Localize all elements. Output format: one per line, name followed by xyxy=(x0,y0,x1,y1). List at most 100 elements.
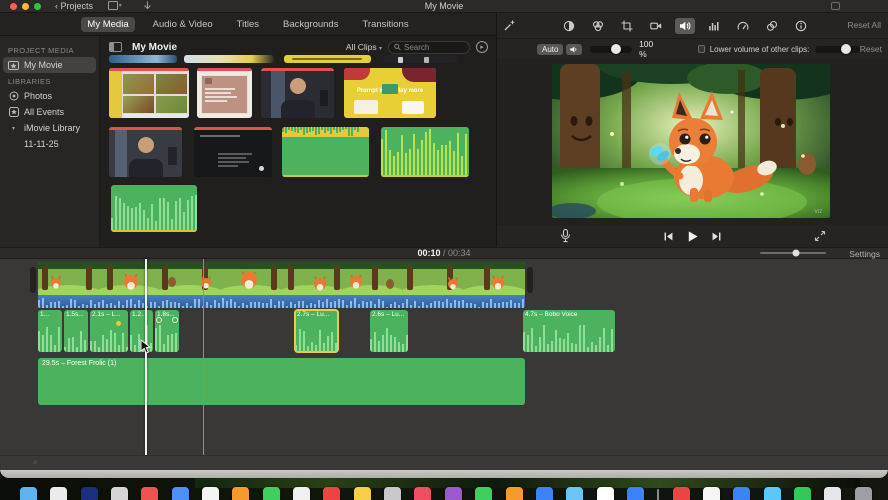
tab-titles[interactable]: Titles xyxy=(231,17,265,32)
dock-app-icon[interactable] xyxy=(141,487,159,500)
lower-volume-slider[interactable] xyxy=(815,44,860,54)
dock-app-icon[interactable] xyxy=(202,487,220,500)
dock-app-icon[interactable] xyxy=(596,487,614,500)
audio-clip[interactable]: 1.8s... xyxy=(155,310,179,352)
dock-app-icon[interactable] xyxy=(475,487,493,500)
sidebar-item-imovie-library[interactable]: ▾ iMovie Library xyxy=(0,120,99,136)
tab-backgrounds[interactable]: Backgrounds xyxy=(277,17,344,32)
timeline-settings-button[interactable]: Settings xyxy=(849,249,880,259)
dock-app-icon[interactable] xyxy=(111,487,129,500)
audio-clip-label: 2.7s – Lu... xyxy=(297,311,330,318)
media-thumbnail-person[interactable] xyxy=(261,68,334,118)
fade-handle[interactable] xyxy=(172,317,178,323)
timeline-zoom-slider[interactable] xyxy=(760,249,826,257)
dock-app-icon[interactable] xyxy=(793,487,811,500)
lower-volume-checkbox[interactable] xyxy=(698,45,705,53)
background-music-clip[interactable]: 29.5s – Forest Frolic (1) xyxy=(38,358,525,405)
dock-app-icon[interactable] xyxy=(854,487,872,500)
previous-frame-button[interactable] xyxy=(663,231,674,242)
media-thumbnail[interactable] xyxy=(384,55,457,63)
sidebar-item-11-11-25[interactable]: 11-11-25 xyxy=(0,136,99,152)
dock-app-icon[interactable] xyxy=(535,487,553,500)
audio-clip[interactable]: 2.6s – Lu... xyxy=(370,310,408,352)
audio-clip[interactable]: 1... xyxy=(38,310,62,352)
audio-clip[interactable]: 4.7s – Bobo Voice xyxy=(523,310,615,352)
preview-viewer[interactable]: Viz xyxy=(552,64,830,218)
dock-app-icon[interactable] xyxy=(763,487,781,500)
media-thumbnail-document[interactable] xyxy=(197,68,252,118)
dock-app-icon[interactable] xyxy=(20,487,37,500)
dock-app-icon[interactable] xyxy=(626,487,644,500)
color-balance-icon[interactable] xyxy=(559,18,579,34)
video-clip-audio-band[interactable] xyxy=(38,295,525,308)
dock-app-icon[interactable] xyxy=(566,487,584,500)
play-button[interactable] xyxy=(686,230,699,243)
clip-trim-handle-left[interactable] xyxy=(30,267,36,293)
playhead[interactable] xyxy=(145,259,147,455)
dock-app-icon[interactable] xyxy=(824,487,842,500)
media-thumbnail-promo[interactable]: Prompt less, Play more xyxy=(344,68,436,118)
info-icon[interactable] xyxy=(791,18,811,34)
sidebar-item-photos[interactable]: Photos xyxy=(0,88,99,104)
media-thumbnail[interactable] xyxy=(109,55,177,63)
sidebar-item-label: All Events xyxy=(24,107,65,117)
media-thumbnail[interactable] xyxy=(184,55,274,63)
dock-app-icon[interactable] xyxy=(293,487,311,500)
effects-icon[interactable] xyxy=(762,18,782,34)
dock-app-icon[interactable] xyxy=(232,487,250,500)
media-thumbnail-screen-recording[interactable] xyxy=(109,68,189,118)
tab-my-media[interactable]: My Media xyxy=(81,16,135,32)
dock-app-icon[interactable] xyxy=(384,487,402,500)
audio-clip[interactable]: 2.1s – L... xyxy=(90,310,128,352)
reset-button[interactable]: Reset xyxy=(860,44,882,54)
titlebar-accessory-icon[interactable] xyxy=(831,2,840,10)
media-thumbnail-terminal[interactable] xyxy=(194,127,272,177)
crop-icon[interactable] xyxy=(617,18,637,34)
speed-icon[interactable] xyxy=(733,18,753,34)
reset-all-button[interactable]: Reset All xyxy=(847,20,881,30)
dock-app-icon[interactable] xyxy=(50,487,68,500)
audio-clip-label: 2.1s – L... xyxy=(92,311,121,318)
mute-button[interactable] xyxy=(566,43,583,55)
dock-app-icon[interactable] xyxy=(702,487,720,500)
color-correction-icon[interactable] xyxy=(588,18,608,34)
media-thumbnail-person[interactable] xyxy=(109,127,182,177)
fade-handle[interactable] xyxy=(156,317,162,323)
media-thumbnail-audio[interactable] xyxy=(111,185,197,232)
sidebar-toggle-icon[interactable] xyxy=(109,42,122,52)
dock-app-icon[interactable] xyxy=(323,487,341,500)
search-field[interactable] xyxy=(388,40,470,54)
sidebar-item-my-movie[interactable]: My Movie xyxy=(3,57,96,73)
media-thumbnail-audio[interactable] xyxy=(381,127,469,177)
sidebar-item-all-events[interactable]: All Events xyxy=(0,104,99,120)
next-frame-button[interactable] xyxy=(711,231,722,242)
dock-app-icon[interactable] xyxy=(353,487,371,500)
audio-clip[interactable]: 1.5s... xyxy=(64,310,88,352)
browser-play-icon[interactable]: ▸ xyxy=(476,41,488,53)
dock-app-icon[interactable] xyxy=(414,487,432,500)
dock-app-icon[interactable] xyxy=(80,487,98,500)
dock-app-icon[interactable] xyxy=(171,487,189,500)
tab-transitions[interactable]: Transitions xyxy=(356,17,414,32)
enhance-wand-icon[interactable] xyxy=(503,19,516,32)
dock-app-icon[interactable] xyxy=(262,487,280,500)
dock-app-icon[interactable] xyxy=(672,487,690,500)
clip-trim-handle-right[interactable] xyxy=(527,267,533,293)
volume-slider[interactable] xyxy=(590,44,633,54)
video-clip-filmstrip[interactable] xyxy=(38,262,525,295)
noise-reduction-icon[interactable] xyxy=(704,18,724,34)
volume-icon[interactable] xyxy=(675,17,695,34)
auto-volume-button[interactable]: Auto xyxy=(537,43,564,55)
stabilization-icon[interactable] xyxy=(646,18,666,34)
search-input[interactable] xyxy=(404,42,464,52)
tab-audio-video[interactable]: Audio & Video xyxy=(147,17,219,32)
dock-app-icon[interactable] xyxy=(733,487,751,500)
time-display: 00:10 / 00:34 xyxy=(417,248,471,258)
dock-app-icon[interactable] xyxy=(505,487,523,500)
inspector-panel: Reset All Auto 100 % Lower volume of oth… xyxy=(497,13,888,247)
media-thumbnail[interactable] xyxy=(284,55,371,63)
dock-app-icon[interactable] xyxy=(444,487,462,500)
clip-filter-dropdown[interactable]: All Clips ▾ xyxy=(346,42,382,52)
media-thumbnail-audio[interactable] xyxy=(282,127,369,177)
audio-clip-selected[interactable]: 2.7s – Lu... xyxy=(294,309,339,353)
